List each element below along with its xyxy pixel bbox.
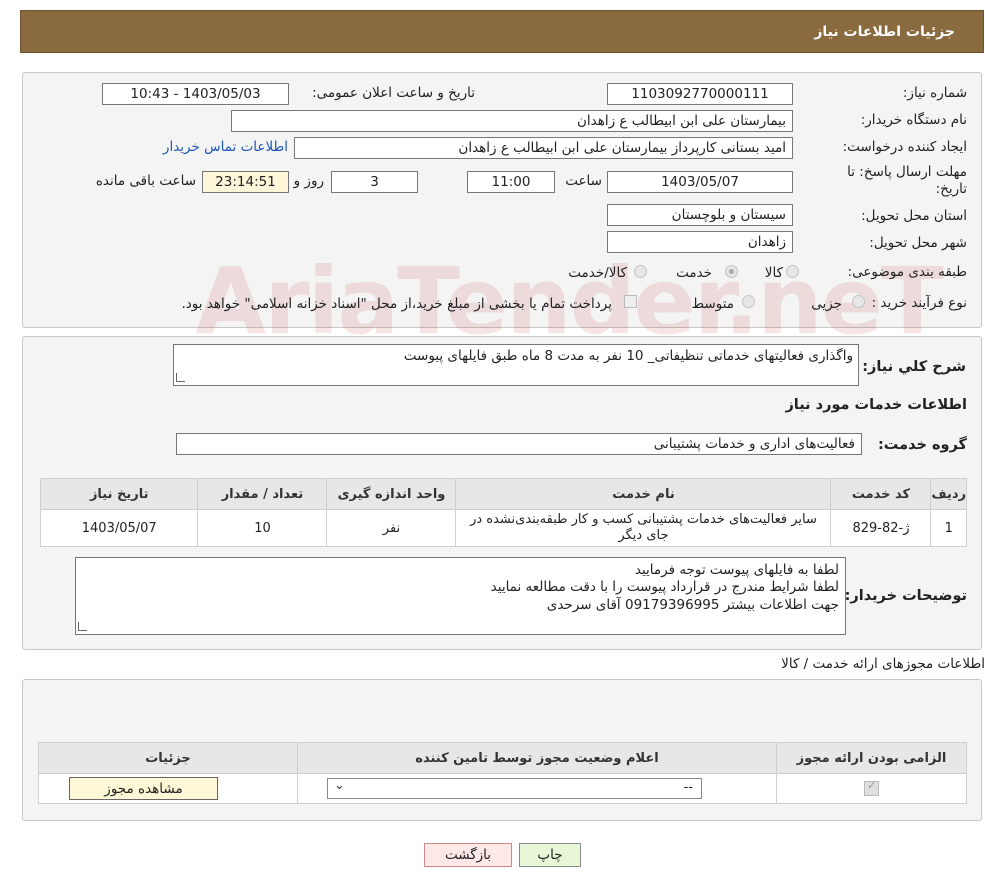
purchase-radio-minor[interactable] xyxy=(852,295,865,308)
purchase-type-label: نوع فرآیند خرید : xyxy=(871,295,967,311)
time-label: ساعت xyxy=(565,173,602,189)
col-header-required: الزامی بودن ارائه مجوز xyxy=(776,742,967,774)
cell-row: 1 xyxy=(930,509,967,547)
col-header-status: اعلام وضعیت مجوز توسط تامین کننده xyxy=(297,742,777,774)
col-header-date: تاریخ نیاز xyxy=(39,478,199,510)
remaining-time-field: 23:14:51 xyxy=(202,171,289,193)
buyer-notes-label: توضیحات خریدار: xyxy=(844,588,967,604)
remaining-label: ساعت باقی مانده xyxy=(95,173,196,189)
city-field: زاهدان xyxy=(607,231,793,253)
cell-code: ژ-82-829 xyxy=(830,509,932,547)
buyer-org-field: بیمارستان علی ابن ابیطالب ع زاهدان xyxy=(231,110,793,132)
col-header-row: ردیف xyxy=(930,478,967,510)
cell-unit: نفر xyxy=(326,509,457,547)
category-label: طبقه بندی موضوعی: xyxy=(847,264,967,280)
buyer-contact-link[interactable]: اطلاعات تماس خریدار xyxy=(163,139,288,155)
category-radio-both[interactable] xyxy=(634,265,647,278)
province-label: استان محل تحویل: xyxy=(861,208,967,224)
deadline-time-field: 11:00 xyxy=(467,171,555,193)
view-license-button[interactable]: مشاهده مجوز xyxy=(69,777,218,800)
creator-field: امید بستانی کارپرداز بیمارستان علی ابن ا… xyxy=(294,137,793,159)
cell-name: سایر فعالیت‌های خدمات پشتیبانی کسب و کار… xyxy=(455,509,832,547)
category-option-goods: کالا xyxy=(764,265,783,281)
purchase-option-minor: جزیی xyxy=(811,296,842,312)
license-status-value: -- xyxy=(683,780,693,795)
purchase-option-medium: متوسط xyxy=(691,296,734,312)
creator-label: ایجاد کننده درخواست: xyxy=(842,139,967,155)
services-table: ردیف کد خدمت نام خدمت واحد اندازه گیری ت… xyxy=(39,478,967,547)
category-option-service: خدمت xyxy=(676,265,712,281)
city-label: شهر محل تحویل: xyxy=(869,235,967,251)
required-checkbox: ✓ xyxy=(864,779,879,796)
buyer-notes-line: جهت اطلاعات بیشتر 09179396995 آقای سرحدی xyxy=(546,597,839,613)
deadline-date-field: 1403/05/07 xyxy=(607,171,793,193)
cell-qty: 10 xyxy=(197,509,328,547)
deadline-label: مهلت ارسال پاسخ: تا تاریخ: xyxy=(847,164,967,197)
services-heading: اطلاعات خدمات مورد نياز xyxy=(785,397,967,413)
col-header-qty: تعداد / مقدار xyxy=(197,478,328,510)
treasury-payment-checkbox[interactable] xyxy=(624,295,637,308)
treasury-payment-note: پرداخت تمام یا بخشی از مبلغ خرید،از محل … xyxy=(181,296,612,312)
category-radio-service[interactable] xyxy=(725,265,738,278)
summary-label: شرح کلي نياز: xyxy=(862,359,966,375)
license-table-header: الزامی بودن ارائه مجوز اعلام وضعیت مجوز … xyxy=(38,742,967,774)
license-heading: اطلاعات مجوزهای ارائه خدمت / کالا xyxy=(781,656,985,672)
print-button[interactable]: چاپ xyxy=(519,843,581,867)
summary-text: واگذاری فعالیتهای خدماتی تنظیفاتی_ 10 نف… xyxy=(403,348,853,364)
service-group-field: فعالیت‌های اداری و خدمات پشتیبانی xyxy=(176,433,862,455)
col-header-details: جزئیات xyxy=(38,742,298,774)
table-row: 1 ژ-82-829 سایر فعالیت‌های خدمات پشتیبان… xyxy=(39,509,967,547)
purchase-radio-medium[interactable] xyxy=(742,295,755,308)
buyer-org-label: نام دستگاه خریدار: xyxy=(860,112,967,128)
license-status-select[interactable]: -- ⌄ xyxy=(327,778,702,799)
days-field: 3 xyxy=(331,171,418,193)
service-group-label: گروه خدمت: xyxy=(877,437,967,453)
province-field: سیستان و بلوچستان xyxy=(607,204,793,226)
back-button[interactable]: بازگشت xyxy=(424,843,512,867)
buyer-notes-line: لطفا شرایط مندرج در قرارداد پیوست را با … xyxy=(490,579,839,595)
page-header: جزئیات اطلاعات نیاز xyxy=(20,10,984,53)
cell-required: ✓ xyxy=(776,773,967,804)
cell-date: 1403/05/07 xyxy=(39,509,199,547)
summary-textarea[interactable]: واگذاری فعالیتهای خدماتی تنظیفاتی_ 10 نف… xyxy=(173,344,859,386)
page-title: جزئیات اطلاعات نیاز xyxy=(814,24,955,40)
col-header-code: کد خدمت xyxy=(830,478,932,510)
days-label: روز و xyxy=(293,173,324,189)
category-option-both: کالا/خدمت xyxy=(568,265,627,281)
announce-field: 1403/05/03 - 10:43 xyxy=(102,83,289,105)
check-icon: ✓ xyxy=(867,779,877,792)
need-number-label: شماره نیاز: xyxy=(902,85,967,101)
chevron-down-icon: ⌄ xyxy=(334,778,345,793)
buyer-notes-line: لطفا به فایلهای پیوست توجه فرمایید xyxy=(634,562,839,578)
resize-grip-icon[interactable] xyxy=(78,622,87,631)
buyer-notes-textarea[interactable]: لطفا به فایلهای پیوست توجه فرمایید لطفا … xyxy=(75,557,846,635)
services-table-header: ردیف کد خدمت نام خدمت واحد اندازه گیری ت… xyxy=(39,478,967,510)
col-header-name: نام خدمت xyxy=(455,478,832,510)
resize-grip-icon[interactable] xyxy=(176,373,185,382)
announce-label: تاریخ و ساعت اعلان عمومی: xyxy=(312,85,475,101)
category-radio-goods[interactable] xyxy=(786,265,799,278)
col-header-unit: واحد اندازه گیری xyxy=(326,478,457,510)
need-number-field: 1103092770000111 xyxy=(607,83,793,105)
